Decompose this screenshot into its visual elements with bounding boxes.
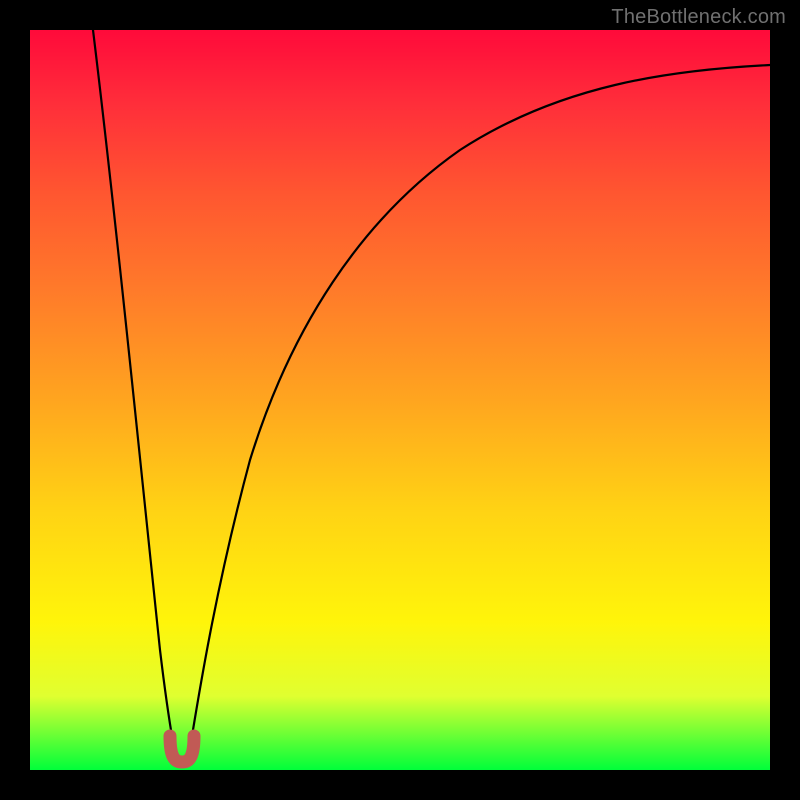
curve-left-branch bbox=[93, 30, 173, 742]
chart-svg bbox=[30, 30, 770, 770]
curve-right-branch bbox=[191, 65, 770, 742]
minimum-marker bbox=[170, 736, 194, 762]
chart-frame bbox=[30, 30, 770, 770]
watermark-text: TheBottleneck.com bbox=[611, 6, 786, 29]
